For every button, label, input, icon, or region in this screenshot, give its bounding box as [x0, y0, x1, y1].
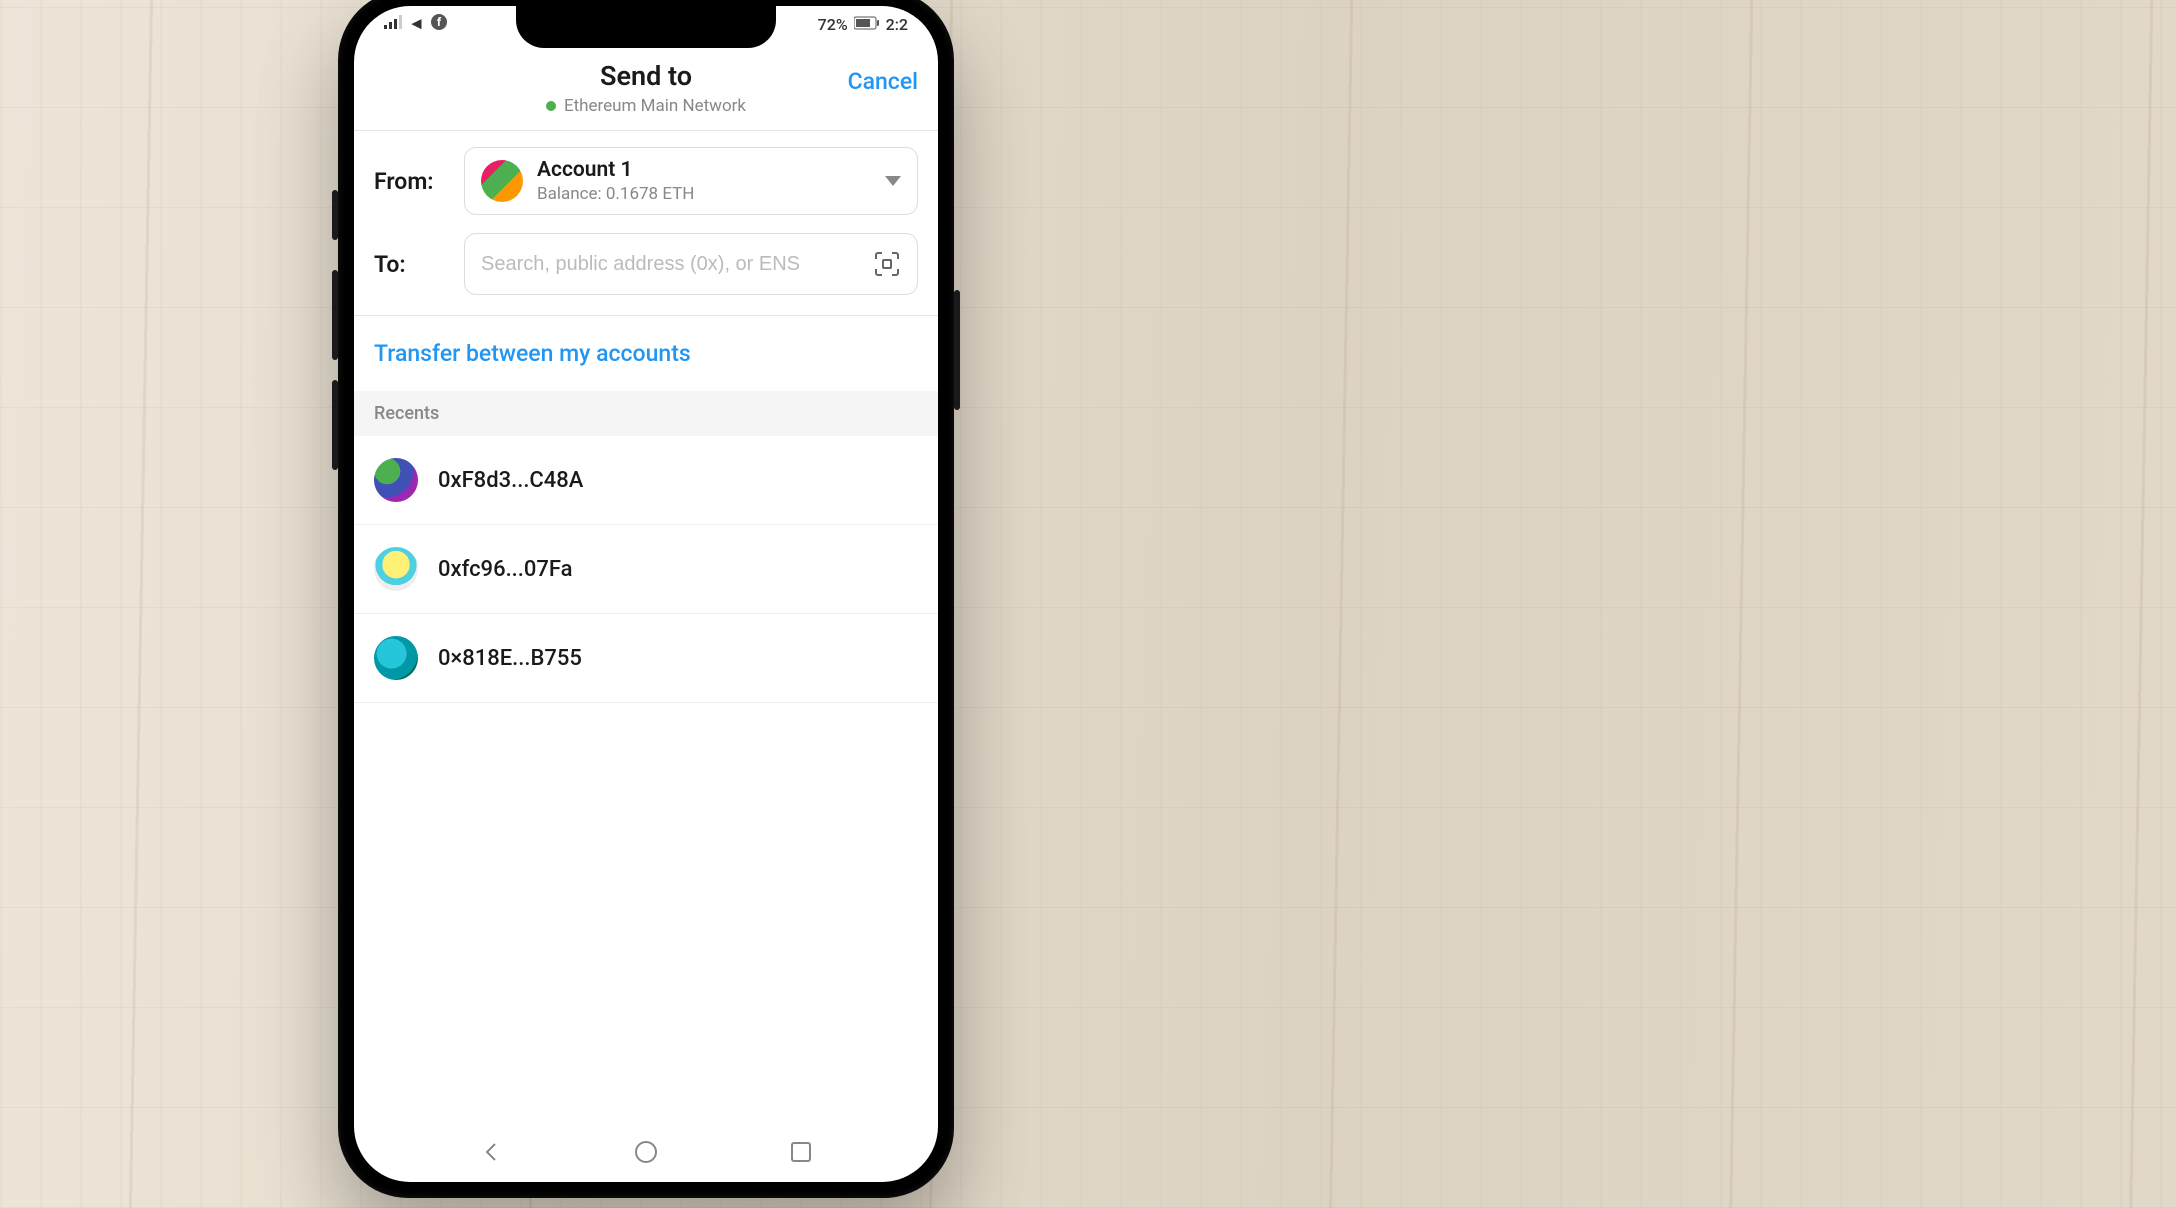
- battery-icon: [854, 15, 880, 34]
- from-label: From:: [374, 168, 444, 195]
- recent-address: 0xfc96...07Fa: [438, 557, 573, 582]
- to-label: To:: [374, 251, 444, 278]
- transfer-between-accounts-link[interactable]: Transfer between my accounts: [354, 316, 938, 391]
- background: [0, 0, 2176, 1208]
- recent-item[interactable]: 0×818E...B755: [354, 614, 938, 703]
- recent-item[interactable]: 0xfc96...07Fa: [354, 525, 938, 614]
- network-indicator: Ethereum Main Network: [374, 96, 918, 116]
- recents-header: Recents: [354, 391, 938, 436]
- power-button: [954, 290, 960, 410]
- nav-back-button[interactable]: [476, 1137, 506, 1167]
- facebook-icon: f: [431, 14, 447, 35]
- cancel-button[interactable]: Cancel: [848, 68, 918, 95]
- phone-notch: [516, 6, 776, 48]
- network-name: Ethereum Main Network: [564, 96, 746, 116]
- status-time: 2:2: [886, 15, 908, 34]
- nav-home-button[interactable]: [631, 1137, 661, 1167]
- account-balance: Balance: 0.1678 ETH: [537, 184, 871, 204]
- account-avatar: [481, 160, 523, 202]
- recent-avatar: [374, 458, 418, 502]
- volume-up-button: [332, 270, 338, 360]
- battery-percent: 72%: [818, 15, 848, 34]
- phone-frame: ◄ f 72% 2:2 Send to Ethereum Main Networ…: [338, 0, 954, 1198]
- network-status-dot: [546, 101, 556, 111]
- form-section: From: Account 1 Balance: 0.1678 ETH To:: [354, 131, 938, 316]
- android-nav-bar: [354, 1122, 938, 1182]
- silencer-switch: [332, 190, 338, 240]
- nav-recents-button[interactable]: [786, 1137, 816, 1167]
- recent-address: 0xF8d3...C48A: [438, 468, 583, 493]
- svg-text:f: f: [437, 15, 442, 29]
- recent-avatar: [374, 547, 418, 591]
- back-arrow-icon: ◄: [408, 14, 425, 34]
- header: Send to Ethereum Main Network Cancel: [354, 42, 938, 131]
- account-name: Account 1: [537, 158, 871, 182]
- chevron-down-icon: [885, 176, 901, 186]
- from-account-selector[interactable]: Account 1 Balance: 0.1678 ETH: [464, 147, 918, 215]
- signal-icon: [384, 14, 402, 34]
- recent-item[interactable]: 0xF8d3...C48A: [354, 436, 938, 525]
- recent-address: 0×818E...B755: [438, 646, 582, 671]
- to-input-container: [464, 233, 918, 295]
- qr-scan-icon[interactable]: [873, 250, 901, 278]
- volume-down-button: [332, 380, 338, 470]
- page-title: Send to: [374, 60, 918, 92]
- to-address-input[interactable]: [481, 253, 861, 276]
- recent-avatar: [374, 636, 418, 680]
